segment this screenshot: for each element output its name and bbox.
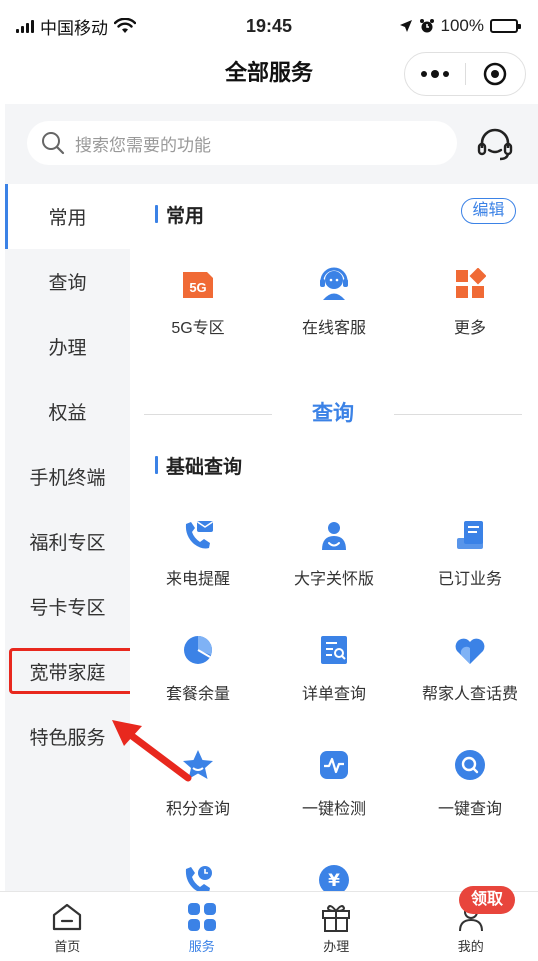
service-item-label: 在线客服 (301, 320, 366, 337)
search-icon (42, 132, 65, 155)
family-bill-icon (452, 632, 488, 668)
sidebar-item-mobile-terminal[interactable]: 手机终端 (5, 444, 130, 509)
service-item-online-service[interactable]: 在线客服 (266, 266, 402, 376)
call-reminder-icon (180, 517, 216, 553)
service-item-label: 大字关怀版 (293, 571, 374, 588)
home-icon (50, 900, 84, 934)
query-divider: 查询 (144, 398, 522, 430)
location-arrow-icon (399, 20, 412, 32)
sidebar-item-handle[interactable]: 办理 (5, 314, 130, 379)
service-item-one-click-query[interactable]: 一键查询 (402, 747, 538, 857)
tab-handle[interactable]: 办理 (269, 892, 404, 961)
service-item-label: 来电提醒 (165, 571, 230, 588)
sidebar-item-welfare[interactable]: 福利专区 (5, 509, 130, 574)
query-divider-title: 查询 (312, 402, 354, 425)
more-grid-icon (452, 266, 488, 302)
sidebar-item-label: 常用 (48, 208, 87, 229)
sidebar-item-benefits[interactable]: 权益 (5, 379, 130, 444)
more-menu-button[interactable] (405, 53, 465, 95)
service-grid-icon (185, 900, 219, 934)
broadband-highlight-box (9, 648, 134, 694)
service-item-more[interactable]: 更多 (402, 266, 538, 376)
service-item-label: 5G专区 (171, 320, 225, 337)
yuan-glyph: ¥ (328, 871, 340, 891)
subscribed-business-icon (452, 517, 488, 553)
yuan-icon: ¥ (316, 862, 352, 891)
section-title: 基础查询 (166, 456, 243, 478)
service-item-care-mode[interactable]: 大字关怀版 (266, 517, 402, 627)
one-click-check-icon (316, 747, 352, 783)
status-bar: 中国移动 19:45 100% (0, 0, 538, 52)
close-capsule-button[interactable] (466, 53, 526, 95)
service-item-yuan[interactable]: ¥ (266, 862, 402, 891)
service-item-label: 已订业务 (437, 571, 502, 588)
headset-icon[interactable] (475, 124, 515, 164)
sidebar-item-query[interactable]: 查询 (5, 249, 130, 314)
service-item-subscribed[interactable]: 已订业务 (402, 517, 538, 627)
sidebar-item-sim-card[interactable]: 号卡专区 (5, 574, 130, 639)
call-history-icon (180, 862, 216, 891)
service-item-label: 套餐余量 (165, 686, 230, 703)
section-title: 常用 (166, 205, 205, 227)
alarm-icon (419, 19, 434, 33)
sidebar-item-label: 手机终端 (29, 468, 106, 489)
5g-icon: 5G (180, 266, 216, 302)
service-item-call-history[interactable] (130, 862, 266, 891)
service-item-label: 更多 (453, 320, 486, 337)
signal-icon (16, 19, 34, 33)
service-item-family-bill[interactable]: 帮家人查话费 (402, 632, 538, 742)
service-item-bill-detail[interactable]: 详单查询 (266, 632, 402, 742)
sidebar-item-label: 福利专区 (29, 533, 106, 554)
service-item-5g[interactable]: 5G 5G专区 (130, 266, 266, 376)
tab-service[interactable]: 服务 (135, 892, 270, 961)
wifi-icon (114, 18, 136, 33)
nav-bar: 全部服务 (0, 52, 538, 104)
service-item-one-click-check[interactable]: 一键检测 (266, 747, 402, 857)
battery-icon (490, 19, 521, 33)
section-header-common: 常用 (155, 199, 204, 229)
service-item-label: 积分查询 (165, 801, 230, 818)
more-dots-icon (420, 70, 449, 78)
tab-label: 服务 (188, 939, 215, 954)
target-circle-icon (484, 62, 507, 86)
sidebar-item-label: 查询 (48, 273, 87, 294)
plan-balance-icon (180, 632, 216, 668)
mini-program-capsule (404, 52, 526, 96)
tab-home[interactable]: 首页 (0, 892, 135, 961)
bill-detail-icon (316, 632, 352, 668)
sidebar-item-label: 特色服务 (29, 728, 106, 749)
red-arrow-annotation (112, 720, 192, 782)
one-click-query-icon (452, 747, 488, 783)
status-right: 100% (399, 16, 521, 36)
5g-badge-text: 5G (189, 280, 206, 295)
care-mode-icon (316, 517, 352, 553)
search-placeholder: 搜索您需要的功能 (75, 135, 211, 155)
tab-label: 我的 (457, 939, 484, 954)
gift-box-icon (319, 900, 353, 934)
carrier-name: 中国移动 (40, 18, 108, 38)
search-input[interactable]: 搜索您需要的功能 (27, 121, 457, 165)
section-header-basic-query: 基础查询 (155, 450, 242, 480)
customer-service-icon (316, 266, 352, 302)
battery-percent: 100% (440, 16, 484, 35)
sidebar-item-common[interactable]: 常用 (5, 184, 130, 249)
sidebar-item-label: 号卡专区 (29, 598, 106, 619)
search-area: 搜索您需要的功能 (5, 104, 538, 184)
tab-bar: 首页 服务 办理 我的 (0, 891, 538, 961)
sidebar-item-label: 办理 (48, 338, 87, 359)
edit-button[interactable]: 编辑 (461, 198, 516, 224)
service-item-label: 一键查询 (437, 801, 502, 818)
service-item-label: 帮家人查话费 (421, 686, 518, 703)
service-item-call-reminder[interactable]: 来电提醒 (130, 517, 266, 627)
claim-badge[interactable]: 领取 (459, 886, 515, 914)
service-item-label: 一键检测 (301, 801, 366, 818)
tab-label: 办理 (323, 939, 350, 954)
tab-label: 首页 (54, 939, 81, 954)
service-item-label: 详单查询 (301, 686, 366, 703)
status-left: 中国移动 (16, 14, 196, 39)
sidebar-item-label: 权益 (48, 403, 87, 424)
